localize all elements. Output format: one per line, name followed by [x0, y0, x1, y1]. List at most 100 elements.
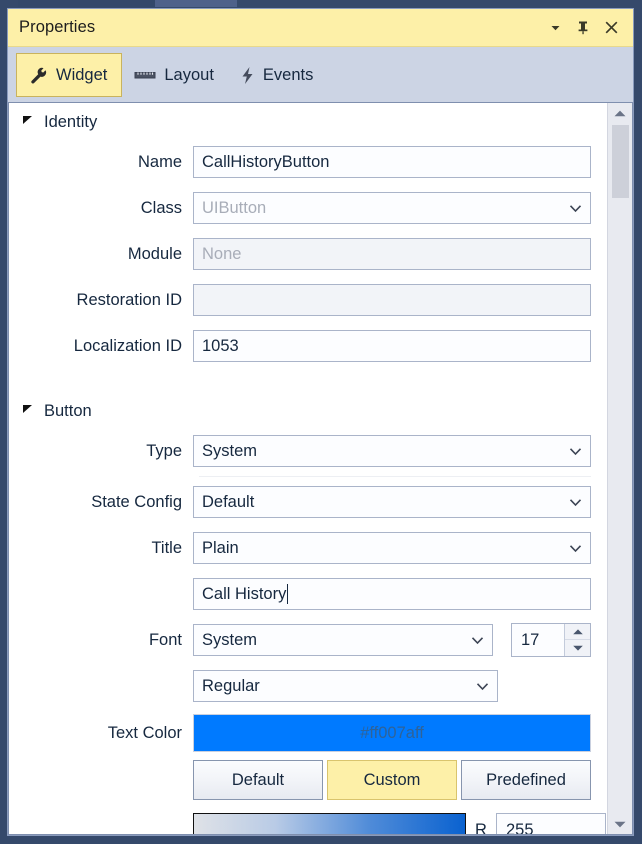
color-mode-segmented-control: Default Custom Predefined [193, 760, 591, 800]
row-class: Class UIButton [9, 190, 607, 226]
label-localization-id: Localization ID [9, 337, 193, 356]
stepper-up-icon[interactable] [565, 624, 590, 640]
color-mode-custom-button[interactable]: Custom [327, 760, 457, 800]
color-mode-predefined-button[interactable]: Predefined [461, 760, 591, 800]
name-input-value: CallHistoryButton [202, 153, 329, 172]
class-select-value: UIButton [202, 199, 266, 218]
panel-titlebar: Properties [8, 9, 633, 47]
chevron-down-icon [476, 682, 489, 691]
chevron-down-icon [569, 204, 582, 213]
section-header-identity[interactable]: Identity [9, 103, 607, 138]
ide-tab-inactive[interactable] [18, 0, 155, 7]
localization-id-input[interactable]: 1053 [193, 330, 591, 362]
channel-r-gradient-slider[interactable] [193, 813, 466, 834]
channel-r-value: 255 [506, 821, 534, 835]
tab-layout-label: Layout [164, 66, 214, 85]
state-config-select[interactable]: Default [193, 486, 591, 518]
type-select[interactable]: System [193, 435, 591, 467]
row-title-style: Title Plain [9, 530, 607, 566]
tab-events[interactable]: Events [228, 53, 327, 97]
panel-title: Properties [19, 18, 95, 37]
label-name: Name [9, 153, 193, 172]
ide-bottom-edge [0, 836, 642, 844]
text-caret [287, 584, 288, 604]
section-title-identity: Identity [44, 113, 97, 132]
section-header-button[interactable]: Button [9, 392, 607, 427]
module-input[interactable]: None [193, 238, 591, 270]
label-type: Type [9, 442, 193, 461]
text-color-swatch[interactable]: #ff007aff [193, 714, 591, 752]
scrollbar-up-arrow-icon[interactable] [608, 103, 632, 123]
close-icon[interactable] [599, 16, 623, 40]
chevron-down-icon [471, 636, 484, 645]
pin-icon[interactable] [571, 16, 595, 40]
tab-events-label: Events [263, 66, 313, 85]
tab-layout[interactable]: Layout [122, 53, 228, 97]
label-text-color: Text Color [9, 724, 193, 743]
channel-r-label: R [466, 821, 496, 835]
row-localization-id: Localization ID 1053 [9, 328, 607, 364]
label-title: Title [9, 539, 193, 558]
row-font-style: Regular [9, 668, 607, 704]
title-style-select[interactable]: Plain [193, 532, 591, 564]
row-type: Type System [9, 433, 607, 469]
row-text-color: Text Color #ff007aff [9, 714, 607, 752]
wrench-icon [29, 66, 48, 85]
ide-tab-strip [0, 0, 642, 8]
title-style-select-value: Plain [202, 539, 239, 558]
section-title-button: Button [44, 402, 92, 421]
font-style-select[interactable]: Regular [193, 670, 498, 702]
dropdown-menu-icon[interactable] [543, 16, 567, 40]
restoration-id-input[interactable] [193, 284, 591, 316]
row-title-text: Call History [9, 576, 607, 612]
ide-tab-active[interactable] [155, 0, 237, 7]
color-mode-default-button[interactable]: Default [193, 760, 323, 800]
localization-id-input-value: 1053 [202, 337, 239, 356]
label-class: Class [9, 199, 193, 218]
font-style-select-value: Regular [202, 677, 260, 696]
font-family-select-value: System [202, 631, 257, 650]
ide-left-edge [0, 8, 7, 844]
tab-widget[interactable]: Widget [16, 53, 122, 97]
row-color-mode: Default Custom Predefined [9, 760, 607, 800]
label-font: Font [9, 631, 193, 650]
collapse-triangle-icon [23, 117, 35, 129]
class-select[interactable]: UIButton [193, 192, 591, 224]
ruler-icon [134, 68, 156, 82]
properties-panel: Properties [7, 8, 634, 836]
font-size-value: 17 [512, 624, 564, 656]
scrollbar-thumb[interactable] [612, 125, 629, 198]
row-color-channel-r: R 255 [9, 812, 607, 834]
row-state-config: State Config Default [9, 484, 607, 520]
channel-r-input[interactable]: 255 [496, 813, 606, 834]
ide-right-edge [634, 8, 642, 844]
text-color-hex: #ff007aff [360, 724, 424, 743]
vertical-scrollbar[interactable] [607, 103, 632, 834]
chevron-down-icon [569, 498, 582, 507]
row-divider [199, 476, 591, 477]
name-input[interactable]: CallHistoryButton [193, 146, 591, 178]
type-select-value: System [202, 442, 257, 461]
titlebar-actions [543, 16, 633, 40]
scrollbar-down-arrow-icon[interactable] [608, 814, 632, 834]
chevron-down-icon [569, 544, 582, 553]
stepper-down-icon[interactable] [565, 640, 590, 656]
chevron-down-icon [569, 447, 582, 456]
module-input-placeholder: None [202, 245, 241, 264]
title-text-input[interactable]: Call History [193, 578, 591, 610]
font-family-select[interactable]: System [193, 624, 493, 656]
row-module: Module None [9, 236, 607, 272]
state-config-select-value: Default [202, 493, 254, 512]
panel-content-frame: Identity Name CallHistoryButton Class UI… [8, 102, 633, 835]
collapse-triangle-icon [23, 406, 35, 418]
row-font: Font System 17 [9, 622, 607, 658]
row-restoration-id: Restoration ID [9, 282, 607, 318]
label-state-config: State Config [9, 493, 193, 512]
properties-form: Identity Name CallHistoryButton Class UI… [9, 103, 607, 834]
title-text-input-value: Call History [202, 585, 286, 604]
label-module: Module [9, 245, 193, 264]
font-size-stepper[interactable]: 17 [511, 623, 591, 657]
tab-widget-label: Widget [56, 66, 107, 85]
panel-tabs: Widget Layout Events [8, 47, 633, 102]
font-size-stepper-buttons [564, 624, 590, 656]
